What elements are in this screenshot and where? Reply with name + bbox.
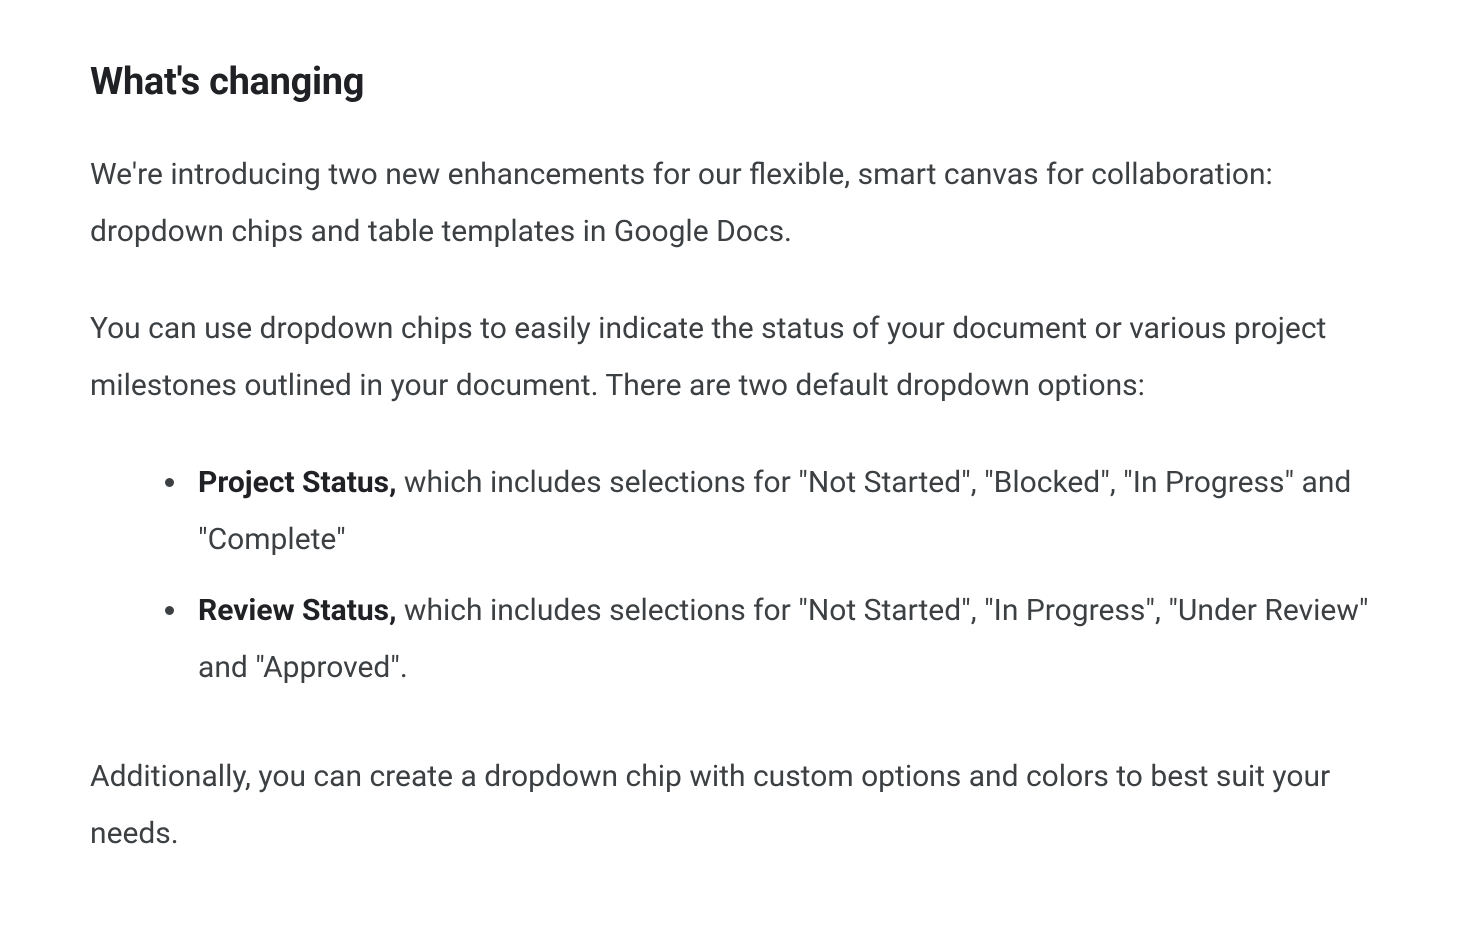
list-item: Project Status, which includes selection… xyxy=(190,454,1392,568)
section-heading: What's changing xyxy=(90,60,1392,104)
dropdown-options-list: Project Status, which includes selection… xyxy=(90,454,1392,696)
list-item-label: Review Status, xyxy=(198,593,396,628)
closing-paragraph: Additionally, you can create a dropdown … xyxy=(90,748,1392,862)
intro-paragraph: We're introducing two new enhancements f… xyxy=(90,146,1392,260)
description-paragraph: You can use dropdown chips to easily ind… xyxy=(90,300,1392,414)
list-item-label: Project Status, xyxy=(198,465,396,500)
list-item: Review Status, which includes selections… xyxy=(190,582,1392,696)
